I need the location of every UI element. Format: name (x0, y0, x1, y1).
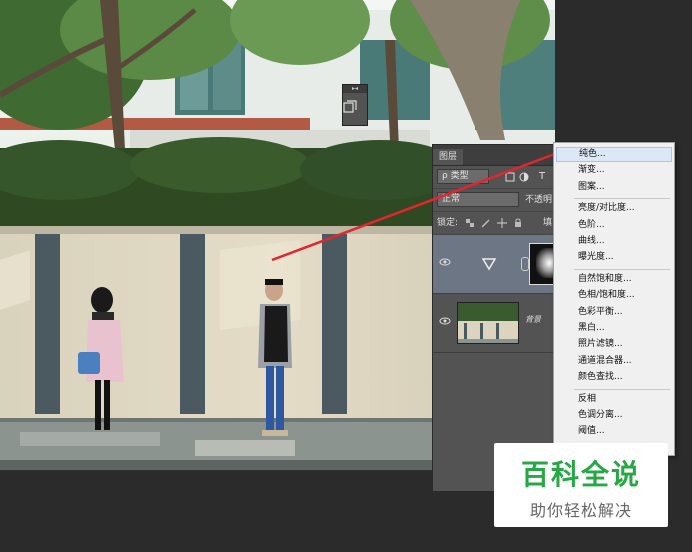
lock-brush-icon[interactable] (481, 218, 491, 228)
fill-label: 填 (543, 218, 553, 228)
adjustment-thumbnail (457, 243, 519, 285)
toolbox-collapse-icon[interactable]: ▸◂ (343, 85, 367, 93)
menu-item[interactable]: 图案... (556, 180, 672, 195)
menu-item[interactable]: 颜色查找... (556, 370, 672, 385)
menu-item[interactable]: 色阶... (556, 218, 672, 233)
adjustment-layer-menu[interactable]: 纯色... 渐变... 图案... 亮度/对比度... 色阶... 曲线... 曝光度...… (553, 142, 675, 456)
lock-transparency-icon[interactable] (465, 218, 475, 228)
background-thumbnail (457, 302, 519, 344)
menu-item[interactable]: 自然饱和度... (556, 272, 672, 287)
menu-item[interactable]: 渐变... (556, 163, 672, 178)
layers-tabbar: 图层 (433, 145, 555, 166)
lock-all-icon[interactable] (513, 218, 523, 228)
menu-item[interactable]: 照片滤镜... (556, 337, 672, 352)
filter-adjustment-icon[interactable] (519, 172, 529, 182)
filter-type-icon[interactable]: T (539, 170, 545, 184)
watermark-subtitle: 助你轻松解决 (529, 501, 632, 520)
layer-background[interactable]: 背景 (433, 294, 555, 353)
menu-item[interactable]: 通道混合器... (556, 354, 672, 369)
menu-item[interactable]: 阈值... (556, 424, 672, 439)
watermark-title: 百科全说 (520, 458, 641, 491)
tab-layers[interactable]: 图层 (433, 149, 464, 165)
menu-item[interactable]: 色调分离... (556, 408, 672, 423)
menu-item[interactable]: 曝光度... (556, 250, 672, 265)
menu-item[interactable]: 色相/饱和度... (556, 288, 672, 303)
menu-separator (574, 388, 670, 390)
layer-link-icon (521, 257, 529, 271)
layer-adjustment[interactable] (433, 235, 555, 294)
layer-filter-select[interactable]: ρ 类型 (437, 169, 489, 184)
menu-separator (574, 268, 670, 270)
opacity-label: 不透明 (525, 195, 553, 205)
lock-position-icon[interactable] (497, 218, 507, 228)
watermark-logo: 百科全说 助你轻松解决 (494, 443, 668, 527)
lock-row: 锁定: 填 (433, 212, 555, 235)
visibility-eye-icon[interactable] (439, 257, 451, 267)
history-icon[interactable] (343, 100, 357, 114)
menu-item[interactable]: 色彩平衡... (556, 305, 672, 320)
blend-opacity-row: 正常 不透明 (433, 189, 555, 212)
menu-item[interactable]: 亮度/对比度... (556, 201, 672, 216)
filter-pixel-icon[interactable] (505, 172, 515, 182)
layer-filter-row: ρ 类型 T (433, 166, 555, 189)
menu-item[interactable]: 曲线... (556, 234, 672, 249)
lock-label: 锁定: (437, 218, 459, 228)
layers-panel[interactable]: 图层 ρ 类型 T 正常 不透明 锁定: 填 背景 (432, 144, 556, 492)
blend-mode-select[interactable]: 正常 (437, 192, 519, 207)
floating-toolbox[interactable]: ▸◂ (342, 84, 368, 126)
layer-mask-thumbnail[interactable] (529, 243, 555, 285)
menu-item[interactable]: 反相 (556, 392, 672, 407)
visibility-eye-icon[interactable] (439, 316, 451, 326)
menu-item[interactable]: 纯色... (556, 147, 672, 162)
layer-name[interactable]: 背景 (525, 314, 541, 325)
menu-separator (574, 198, 670, 200)
menu-item[interactable]: 黑白... (556, 321, 672, 336)
